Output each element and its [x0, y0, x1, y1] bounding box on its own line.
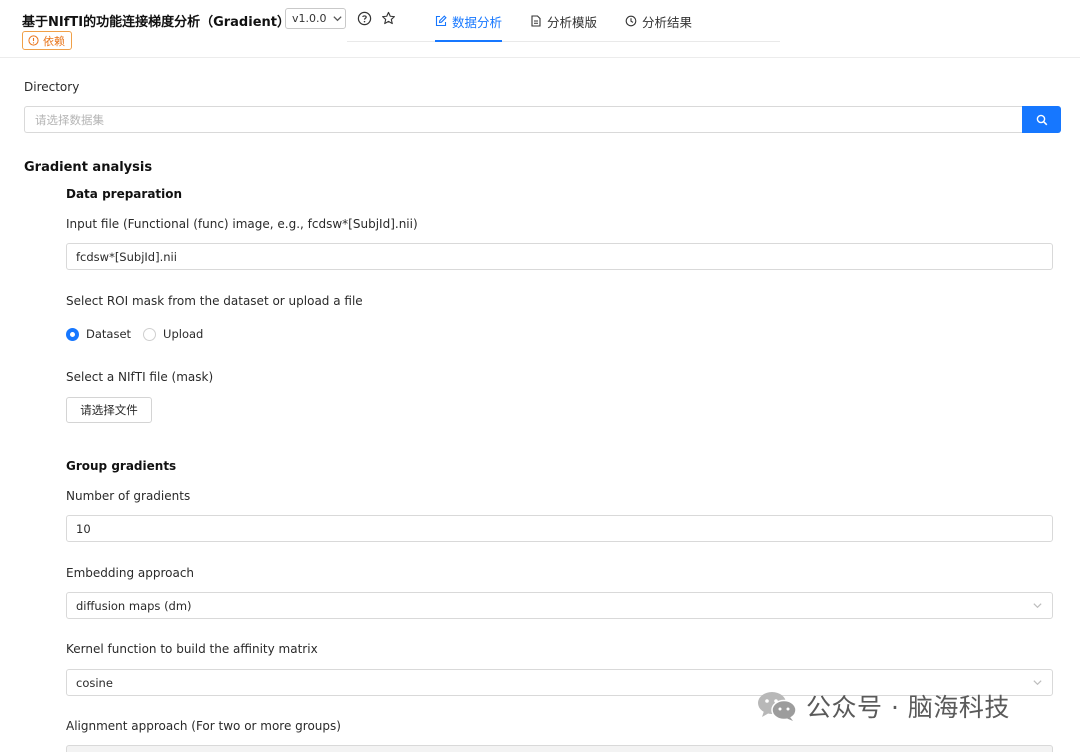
roi-source-label: Select ROI mask from the dataset or uplo… [66, 294, 363, 308]
kernel-value: cosine [76, 675, 113, 690]
subsection-title-data-prep: Data preparation [66, 187, 183, 201]
kernel-label: Kernel function to build the affinity ma… [66, 642, 318, 656]
num-gradients-label: Number of gradients [66, 489, 191, 503]
roi-source-radio-group: Dataset Upload [66, 327, 203, 341]
alignment-label: Alignment approach (For two or more grou… [66, 719, 341, 733]
star-icon[interactable] [381, 11, 396, 26]
embedding-select[interactable]: diffusion maps (dm) [66, 592, 1053, 619]
directory-label: Directory [24, 80, 80, 94]
tab-analysis-results[interactable]: 分析结果 [625, 0, 692, 42]
document-icon [531, 15, 541, 27]
radio-dataset-label: Dataset [86, 327, 132, 341]
help-icon[interactable] [357, 11, 372, 26]
tab-bar: 数据分析 分析模版 分析结果 [435, 0, 692, 42]
watermark-text: 公众号 · 脑海科技 [806, 693, 1010, 722]
num-gradients-input[interactable]: 10 [66, 515, 1053, 542]
radio-upload-unchecked [143, 327, 157, 341]
history-icon [625, 15, 637, 27]
dependency-badge[interactable]: 依赖 [22, 31, 72, 50]
input-file-label: Input file (Functional (func) image, e.g… [66, 217, 418, 231]
version-select[interactable]: v1.0.0 [285, 8, 346, 29]
search-icon [1036, 114, 1047, 125]
wechat-logo-icon [758, 692, 797, 721]
radio-dataset[interactable]: Dataset [66, 327, 131, 341]
radio-upload[interactable]: Upload [143, 327, 203, 341]
version-value: v1.0.0 [292, 12, 327, 25]
radio-upload-label: Upload [163, 327, 204, 341]
badge-label: 依赖 [43, 34, 65, 48]
watermark: 公众号 · 脑海科技 [756, 688, 1010, 724]
tab-data-analysis[interactable]: 数据分析 [435, 0, 503, 42]
subsection-title-group: Group gradients [66, 459, 177, 473]
page-title: 基于NIfTI的功能连接梯度分析（Gradient） [22, 15, 290, 30]
input-file-value: fcdsw*[SubjId].nii [76, 249, 177, 264]
nifti-file-label: Select a NIfTI file (mask) [66, 370, 214, 384]
tab-label: 分析结果 [642, 14, 693, 30]
directory-search [24, 106, 1061, 133]
select-file-button[interactable]: 请选择文件 [66, 397, 152, 423]
embedding-value: diffusion maps (dm) [76, 598, 192, 613]
tab-analysis-template[interactable]: 分析模版 [530, 0, 597, 42]
input-file-field[interactable]: fcdsw*[SubjId].nii [66, 243, 1053, 270]
num-gradients-value: 10 [76, 521, 91, 536]
tab-label: 分析模版 [547, 14, 598, 30]
app-header: 基于NIfTI的功能连接梯度分析（Gradient） v1.0.0 依赖 数据分… [0, 0, 1080, 58]
radio-dataset-checked [66, 327, 79, 341]
search-button[interactable] [1022, 106, 1061, 133]
alignment-select[interactable] [66, 745, 1053, 752]
edit-icon [435, 15, 447, 27]
embedding-label: Embedding approach [66, 566, 195, 580]
tab-label: 数据分析 [452, 14, 503, 30]
info-circle-icon [28, 35, 39, 46]
dataset-search-input[interactable] [24, 106, 1022, 133]
chevron-down-icon [1033, 680, 1042, 686]
chevron-down-icon [332, 16, 342, 22]
chevron-down-icon [1033, 603, 1042, 609]
section-title-gradient: Gradient analysis [24, 160, 153, 175]
